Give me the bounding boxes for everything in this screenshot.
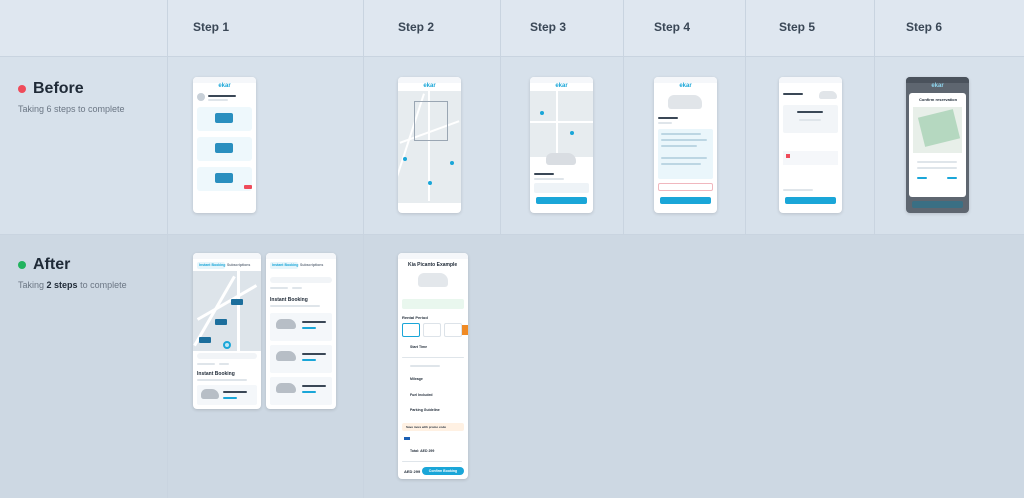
column-step-3: Step 3 [530, 20, 567, 34]
before-step3-screen: ekar [530, 77, 593, 213]
header-band [0, 0, 1024, 56]
car-name: Kia Picanto Example [408, 262, 458, 268]
before-dot-icon [18, 85, 26, 93]
before-step1-screen: ekar [193, 77, 256, 213]
after-subtitle: Taking 2 steps to complete [18, 280, 127, 290]
column-step-1: Step 1 [193, 20, 230, 34]
after-label: After Taking 2 steps to complete [18, 256, 127, 290]
column-step-4: Step 4 [654, 20, 691, 34]
before-band [0, 56, 1024, 234]
before-step4-screen: ekar [654, 77, 717, 213]
total-price: AED 299 [404, 469, 421, 474]
after-band [0, 234, 1024, 498]
after-title: After [33, 256, 71, 273]
after-step1-map-screen: Instant Booking Subscriptions Instant Bo… [193, 253, 261, 409]
confirm-reservation-title: Confirm reservation [919, 97, 958, 102]
before-step2-screen: ekar [398, 77, 461, 213]
before-label: Before Taking 6 steps to complete [18, 80, 125, 114]
before-subtitle: Taking 6 steps to complete [18, 104, 125, 114]
after-step2-booking-screen: Kia Picanto Example Rental Period Start … [398, 253, 468, 479]
after-dot-icon [18, 261, 26, 269]
column-step-6: Step 6 [906, 20, 943, 34]
before-step5-screen [779, 77, 842, 213]
confirm-booking-button[interactable]: Confirm Booking [422, 467, 464, 475]
before-title: Before [33, 80, 84, 97]
before-step6-screen: ekar Confirm reservation [906, 77, 969, 213]
after-step1-list-screen: Instant Booking Subscriptions Instant Bo… [266, 253, 336, 409]
column-step-2: Step 2 [398, 20, 435, 34]
column-step-5: Step 5 [779, 20, 816, 34]
